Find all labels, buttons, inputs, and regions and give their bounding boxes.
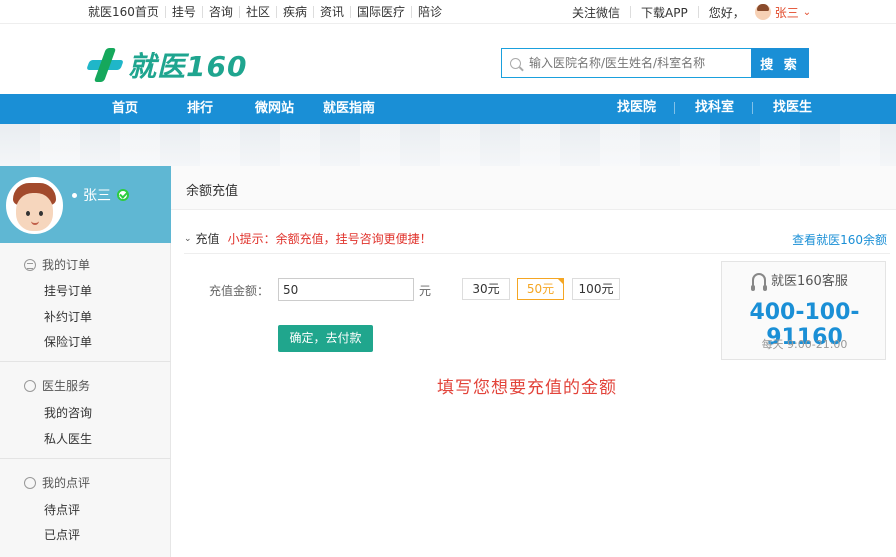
tip-text: 小提示：余额充值，挂号咨询更便捷！ <box>227 232 432 246</box>
header: 就医160 搜 索 <box>0 25 896 94</box>
search-icon <box>510 57 521 69</box>
sidebar-item-pending-review[interactable]: 待点评 <box>44 501 80 518</box>
search-bar: 搜 索 <box>501 48 809 78</box>
sidebar-item-my-consult[interactable]: 我的咨询 <box>44 404 92 421</box>
content-header: 余额充值 <box>171 166 896 210</box>
divider <box>0 458 171 459</box>
top-nav: 就医160首页 挂号 咨询 社区 疾病 资讯 国际医疗 陪诊 <box>82 0 448 24</box>
sidebar: 张三 我的订单 挂号订单 补约订单 保险订单 医生服务 我的咨询 私人医生 我的… <box>0 166 171 557</box>
divider <box>630 6 632 18</box>
user-menu[interactable]: 张三 ⌄ <box>754 4 812 21</box>
group-title-reviews: 我的点评 <box>24 474 90 491</box>
main-nav: 首页 排行 微网站 就医指南 找医院 找科室 找医生 <box>0 94 896 124</box>
list-icon <box>24 258 36 271</box>
bullet-icon <box>72 192 77 198</box>
divider <box>752 102 753 114</box>
top-nav-consult[interactable]: 咨询 <box>201 6 239 18</box>
group-label: 我的订单 <box>42 258 91 272</box>
heart-icon <box>24 476 36 489</box>
group-title-doctor-service: 医生服务 <box>24 377 90 394</box>
nav-home[interactable]: 首页 <box>112 94 138 124</box>
nav-ranking[interactable]: 排行 <box>187 94 213 124</box>
amount-input[interactable] <box>278 278 414 301</box>
amount-unit: 元 <box>419 284 432 298</box>
divider <box>0 361 171 362</box>
nav-guide[interactable]: 就医指南 <box>323 94 375 124</box>
chat-icon <box>24 379 36 392</box>
recharge-section-header: ⌄ 充值 小提示：余额充值，挂号咨询更便捷！ <box>184 230 432 247</box>
logo-cross-icon <box>86 48 124 82</box>
profile-name-row: 张三 <box>72 185 129 205</box>
divider <box>697 6 699 18</box>
service-title-row: 就医160客服 <box>751 270 848 291</box>
amount-hint: 填写您想要充值的金额 <box>437 378 617 398</box>
top-right: 关注微信 下载APP 您好， 张三 ⌄ <box>572 0 811 24</box>
top-nav-international[interactable]: 国际医疗 <box>349 6 411 18</box>
top-nav-escort[interactable]: 陪诊 <box>411 6 448 18</box>
view-balance-link[interactable]: 查看就医160余额 <box>792 231 887 248</box>
amount-label: 充值金额： <box>209 284 270 298</box>
sidebar-item-insurance-orders[interactable]: 保险订单 <box>44 333 92 350</box>
amount-option-50[interactable]: 50元 <box>517 278 564 300</box>
sidebar-item-private-doctor[interactable]: 私人医生 <box>44 430 92 447</box>
sidebar-item-reviewed[interactable]: 已点评 <box>44 526 80 543</box>
chevron-down-icon: ⌄ <box>184 233 192 244</box>
section-label: 充值 <box>195 232 220 246</box>
top-nav-community[interactable]: 社区 <box>238 6 276 18</box>
logo-text: 就医160 <box>128 50 248 83</box>
group-title-orders: 我的订单 <box>24 256 90 273</box>
avatar[interactable] <box>6 177 63 234</box>
banner-strip <box>0 124 896 166</box>
user-avatar-icon <box>754 4 771 20</box>
headset-icon <box>751 272 767 291</box>
service-title: 就医160客服 <box>771 274 848 289</box>
top-bar: 就医160首页 挂号 咨询 社区 疾病 资讯 国际医疗 陪诊 关注微信 下载AP… <box>0 0 896 24</box>
sidebar-item-register-orders[interactable]: 挂号订单 <box>44 282 92 299</box>
amount-option-100[interactable]: 100元 <box>572 278 620 300</box>
search-input[interactable] <box>529 56 749 70</box>
search-box <box>501 48 751 78</box>
search-button[interactable]: 搜 索 <box>751 48 809 78</box>
main-content: 余额充值 ⌄ 充值 小提示：余额充值，挂号咨询更便捷！ 查看就医160余额 充值… <box>171 166 896 557</box>
user-name: 张三 <box>774 5 799 20</box>
group-label: 医生服务 <box>42 379 91 393</box>
greeting: 您好， <box>708 5 745 20</box>
nav-microsite[interactable]: 微网站 <box>255 94 294 124</box>
amount-option-30[interactable]: 30元 <box>462 278 510 300</box>
service-hours: 每天 9:00-21:00 <box>761 338 848 351</box>
top-nav-register[interactable]: 挂号 <box>164 6 202 18</box>
nav-find-department[interactable]: 找科室 <box>695 94 734 122</box>
top-nav-disease[interactable]: 疾病 <box>275 6 313 18</box>
sidebar-item-supplement-orders[interactable]: 补约订单 <box>44 308 92 325</box>
follow-wechat-link[interactable]: 关注微信 <box>572 4 620 21</box>
divider <box>674 102 675 114</box>
download-app-link[interactable]: 下载APP <box>641 4 688 21</box>
logo[interactable]: 就医160 <box>86 45 248 85</box>
customer-service-card: 就医160客服 400-100-91160 每天 9:00-21:00 <box>721 261 886 360</box>
profile-name: 张三 <box>83 188 111 204</box>
nav-find-doctor[interactable]: 找医生 <box>773 94 812 122</box>
top-nav-home[interactable]: 就医160首页 <box>82 6 165 18</box>
divider <box>184 253 890 254</box>
group-label: 我的点评 <box>42 476 91 490</box>
verified-icon <box>117 189 129 201</box>
pay-button[interactable]: 确定，去付款 <box>278 325 373 352</box>
nav-find-hospital[interactable]: 找医院 <box>617 94 656 122</box>
top-nav-news[interactable]: 资讯 <box>312 6 350 18</box>
page-title: 余额充值 <box>186 184 239 199</box>
profile-card: 张三 <box>0 166 171 243</box>
chevron-down-icon: ⌄ <box>802 6 812 18</box>
